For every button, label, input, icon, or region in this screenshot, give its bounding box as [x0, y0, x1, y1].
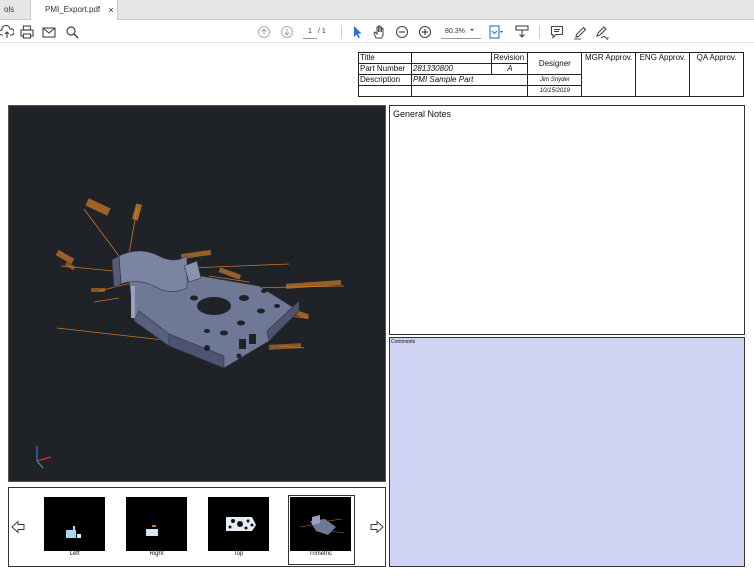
tab-tools[interactable]: ols: [0, 0, 30, 20]
view-label: Left: [69, 551, 80, 557]
arrow-right-icon[interactable]: [370, 520, 384, 534]
comments-title: Comments: [391, 339, 416, 345]
designer-value: Jim Snyder: [527, 74, 583, 86]
general-notes-title: General Notes: [393, 109, 452, 119]
page-total: / 1: [318, 28, 326, 35]
designer-date: 10/15/2019: [527, 85, 583, 97]
designer-label: Designer: [527, 52, 583, 75]
search-icon[interactable]: [65, 24, 79, 40]
print-icon[interactable]: [20, 24, 34, 40]
description-label: Description: [358, 74, 412, 86]
views-carousel: Left Right Top Trimetric: [8, 487, 386, 567]
qa-approval-label: QA Approv.: [689, 52, 744, 97]
sign-icon[interactable]: [595, 24, 609, 40]
revision-value: A: [491, 63, 529, 75]
view-thumbnail-left[interactable]: [44, 497, 105, 551]
view-label: Top: [233, 551, 244, 557]
page-up-icon[interactable]: [257, 24, 271, 40]
general-notes-panel: General Notes: [389, 105, 745, 335]
toolbar: 1 / 1 80.3%: [0, 21, 754, 43]
zoom-select[interactable]: 80.3%: [441, 25, 481, 39]
pen-icon[interactable]: [573, 24, 587, 40]
fit-page-icon[interactable]: [488, 24, 504, 40]
chevron-down-icon[interactable]: [469, 26, 475, 42]
title-block: Title Revision Designer MGR Approv. ENG …: [358, 52, 744, 97]
title-label: Title: [358, 52, 412, 64]
mgr-approval-label: MGR Approv.: [581, 52, 637, 97]
hand-icon[interactable]: [372, 24, 386, 40]
view-thumbnail-right[interactable]: [126, 497, 187, 551]
upload-icon[interactable]: [0, 24, 14, 40]
comments-field[interactable]: Comments: [389, 337, 745, 567]
zoom-in-icon[interactable]: [418, 24, 432, 40]
blank-cell: [410, 85, 529, 97]
view-label: Trimetric: [308, 551, 333, 557]
3d-model-render: [36, 198, 345, 469]
scroll-icon[interactable]: [515, 24, 529, 40]
toolbar-divider: [539, 25, 540, 39]
blank-cell: [358, 85, 412, 97]
page-number-input[interactable]: 1: [303, 25, 317, 39]
tab-close-button[interactable]: ×: [106, 0, 116, 20]
view-thumbnail-top[interactable]: [208, 497, 269, 551]
description-value: PMI Sample Part: [410, 74, 529, 86]
zoom-out-icon[interactable]: [395, 24, 409, 40]
part-number-value: 281330800: [410, 63, 493, 75]
mail-icon[interactable]: [42, 24, 56, 40]
comment-icon[interactable]: [550, 24, 564, 40]
part-number-label: Part Number: [358, 63, 412, 75]
view-label: Right: [149, 551, 164, 557]
revision-label: Revision: [491, 52, 529, 64]
eng-approval-label: ENG Approv.: [635, 52, 691, 97]
tab-document[interactable]: PMI_Export.pdf: [30, 0, 118, 20]
page-down-icon[interactable]: [280, 24, 294, 40]
3d-model-viewport[interactable]: [8, 105, 386, 482]
title-block-table: Title Revision Designer MGR Approv. ENG …: [358, 52, 744, 97]
arrow-left-icon[interactable]: [11, 520, 25, 534]
title-value: [410, 52, 493, 64]
view-thumbnail-trimetric[interactable]: [290, 497, 351, 551]
select-arrow-icon[interactable]: [350, 24, 364, 40]
toolbar-divider: [341, 25, 342, 39]
